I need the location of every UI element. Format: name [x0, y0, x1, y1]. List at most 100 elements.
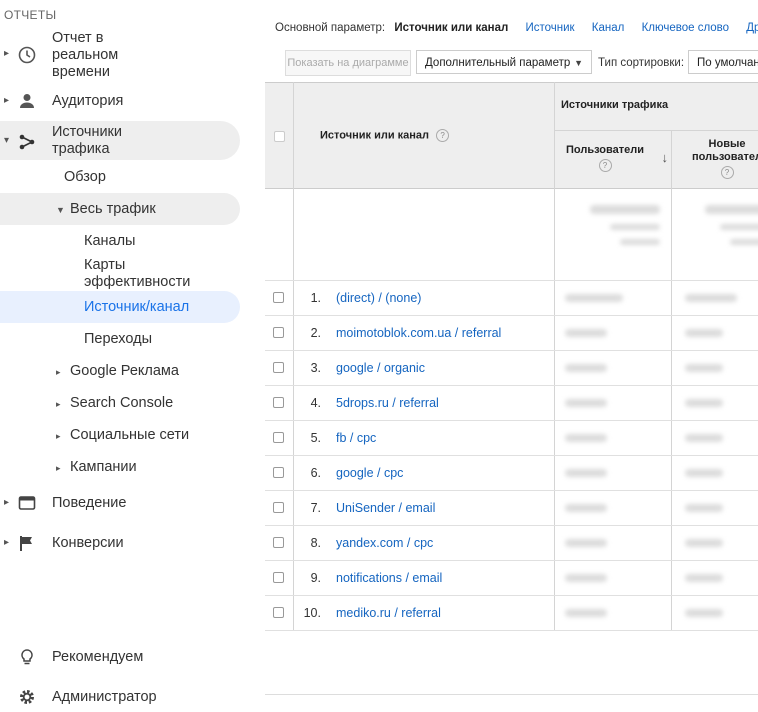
table-row: 7. UniSender / email	[265, 491, 758, 526]
row-source-link[interactable]: google / cpc	[336, 456, 403, 491]
dimension-link-keyword[interactable]: Ключевое слово	[642, 22, 730, 34]
blurred-users-value	[565, 399, 607, 407]
nav-referrals[interactable]: Переходы	[84, 331, 152, 348]
row-checkbox[interactable]	[273, 292, 284, 303]
row-source-link[interactable]: UniSender / email	[336, 491, 435, 526]
table-row: 6. google / cpc	[265, 456, 758, 491]
secondary-dimension-select[interactable]: Дополнительный параметр ▼	[416, 50, 592, 74]
dimension-column-header[interactable]: Источник или канал ?	[320, 129, 450, 142]
help-icon[interactable]: ?	[436, 129, 450, 142]
nav-all-traffic[interactable]: ▼ Весь трафик	[56, 201, 156, 219]
row-checkbox[interactable]	[273, 467, 284, 478]
help-icon[interactable]: ?	[598, 159, 612, 172]
chevron-down-icon: ▾	[4, 135, 10, 146]
dimension-link-medium[interactable]: Канал	[592, 22, 625, 34]
nav-audience[interactable]: ▸ Аудитория	[0, 93, 240, 113]
blurred-users-value	[565, 504, 607, 512]
row-source-link[interactable]: google / organic	[336, 351, 425, 386]
nav-treemaps[interactable]: Карты эффективности	[84, 257, 190, 291]
row-checkbox[interactable]	[273, 432, 284, 443]
row-number: 6.	[310, 466, 321, 480]
row-checkbox[interactable]	[273, 397, 284, 408]
person-icon	[17, 91, 37, 111]
nav-all-traffic-label: Весь трафик	[70, 201, 156, 217]
blurred-users-value	[565, 364, 607, 372]
row-checkbox[interactable]	[273, 502, 284, 513]
row-source-link[interactable]: (direct) / (none)	[336, 281, 421, 316]
table-row: 3. google / organic	[265, 351, 758, 386]
nav-social[interactable]: ▸ Социальные сети	[56, 427, 189, 445]
table-row: 10. mediko.ru / referral	[265, 596, 758, 631]
row-number: 8.	[310, 536, 321, 550]
users-column-label: Пользователи	[565, 144, 644, 156]
acquisition-icon	[17, 132, 37, 152]
sort-type-label: Тип сортировки:	[598, 57, 685, 69]
nav-discover[interactable]: Рекомендуем	[0, 649, 240, 669]
blurred-users-value	[565, 294, 623, 302]
row-checkbox[interactable]	[273, 607, 284, 618]
row-source-link[interactable]: mediko.ru / referral	[336, 596, 441, 631]
blurred-new-users-value	[685, 469, 723, 477]
row-checkbox[interactable]	[273, 362, 284, 373]
new-users-label-line1: Новые	[708, 138, 746, 150]
nav-conversions[interactable]: ▸ Конверсии	[0, 535, 240, 555]
primary-dimension-bar: Основной параметр: Источник или канал Ис…	[275, 22, 758, 34]
blurred-new-users-value	[685, 364, 723, 372]
nav-google-ads[interactable]: ▸ Google Реклама	[56, 363, 179, 381]
plot-rows-button[interactable]: Показать на диаграмме	[285, 50, 411, 76]
row-source-link[interactable]: moimotoblok.com.ua / referral	[336, 316, 501, 351]
row-source-link[interactable]: yandex.com / cpc	[336, 526, 433, 561]
reports-section-title: ОТЧЕТЫ	[4, 8, 57, 22]
blurred-users-value	[565, 539, 607, 547]
blurred-users-value	[565, 574, 607, 582]
new-users-column-header[interactable]: Новые пользовател ?	[672, 138, 758, 179]
dimension-link-source[interactable]: Источник	[525, 22, 574, 34]
table-row: 4. 5drops.ru / referral	[265, 386, 758, 421]
nav-admin[interactable]: Администратор	[0, 689, 240, 709]
blurred-new-users-value	[685, 434, 723, 442]
nav-source-medium[interactable]: Источник/канал	[84, 299, 189, 316]
nav-search-console[interactable]: ▸ Search Console	[56, 395, 173, 413]
table-row: 9. notifications / email	[265, 561, 758, 596]
row-number: 5.	[310, 431, 321, 445]
footer-divider	[265, 694, 758, 695]
nav-acquisition[interactable]: ▾ Источники трафика	[0, 124, 240, 160]
flag-icon	[17, 533, 37, 553]
help-icon[interactable]: ?	[720, 166, 734, 179]
row-checkbox[interactable]	[273, 537, 284, 548]
nav-overview[interactable]: Обзор	[64, 169, 106, 186]
chevron-right-icon: ▸	[4, 95, 10, 106]
nav-admin-label: Администратор	[52, 689, 157, 705]
chevron-right-icon: ▸	[4, 497, 10, 508]
row-source-link[interactable]: notifications / email	[336, 561, 442, 596]
blurred-new-users-value	[685, 574, 723, 582]
blurred-users-value	[565, 609, 607, 617]
sort-descending-icon[interactable]: ↓	[662, 150, 669, 165]
sort-type-select[interactable]: По умолчан	[688, 50, 758, 74]
blurred-users-value	[565, 329, 607, 337]
chevron-right-icon: ▸	[4, 48, 10, 59]
sort-type-value: По умолчан	[697, 57, 758, 69]
lightbulb-icon	[17, 647, 37, 667]
row-source-link[interactable]: fb / cpc	[336, 421, 376, 456]
chevron-right-icon: ▸	[56, 399, 61, 409]
row-checkbox[interactable]	[273, 327, 284, 338]
chevron-right-icon: ▸	[4, 537, 10, 548]
blurred-new-users-value	[685, 294, 737, 302]
nav-realtime[interactable]: ▸ Отчет в реальном времени	[0, 30, 240, 82]
nav-channels[interactable]: Каналы	[84, 233, 135, 250]
nav-campaigns[interactable]: ▸ Кампании	[56, 459, 137, 477]
nav-discover-label: Рекомендуем	[52, 649, 144, 665]
select-all-checkbox[interactable]	[274, 131, 285, 142]
nav-realtime-label: Отчет в реальном времени	[52, 30, 119, 80]
nav-audience-label: Аудитория	[52, 93, 124, 109]
blurred-users-value	[565, 469, 607, 477]
totals-row	[265, 189, 758, 281]
row-checkbox[interactable]	[273, 572, 284, 583]
behavior-icon	[17, 493, 37, 513]
table-row: 8. yandex.com / cpc	[265, 526, 758, 561]
row-source-link[interactable]: 5drops.ru / referral	[336, 386, 439, 421]
users-column-header[interactable]: Пользователи ? ↓	[555, 144, 671, 172]
nav-behavior[interactable]: ▸ Поведение	[0, 495, 240, 515]
dimension-link-other[interactable]: Другое	[746, 22, 758, 34]
